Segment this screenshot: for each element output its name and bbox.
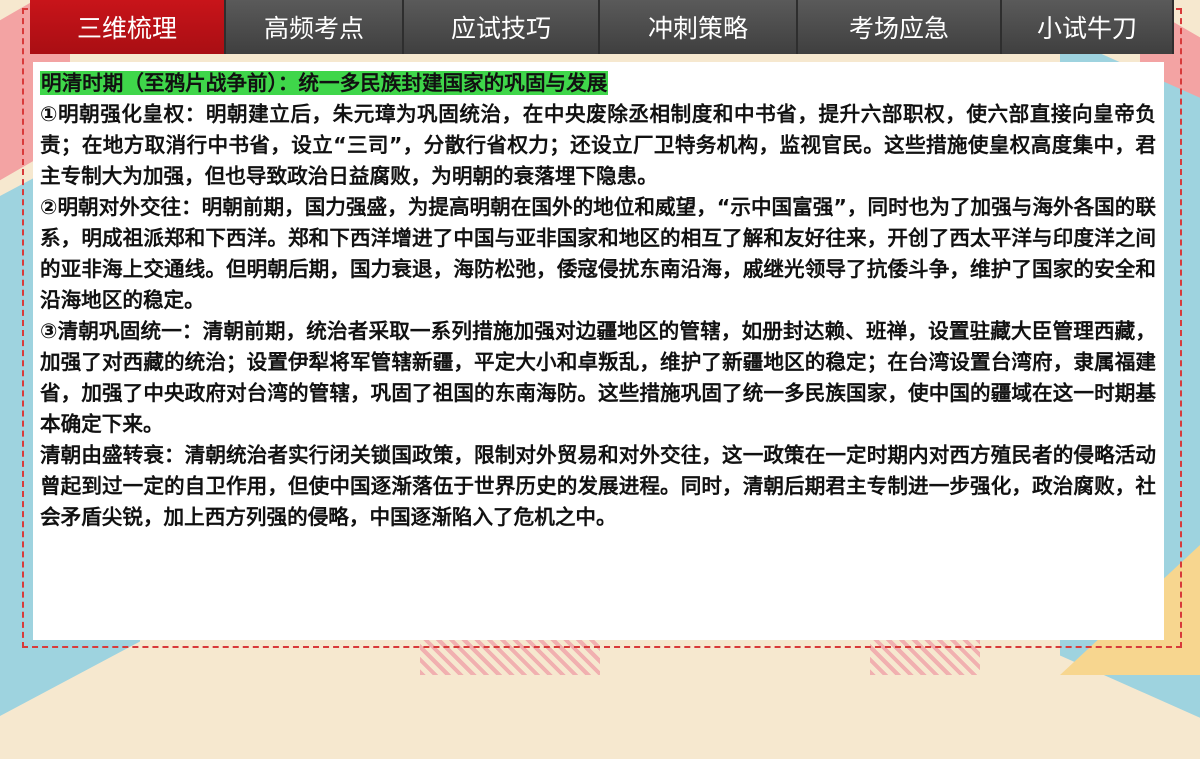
paragraph-qing-unification: ③清朝巩固统一：清朝前期，统治者采取一系列措施加强对边疆地区的管辖，如册封达赖、…	[40, 319, 1156, 436]
tab-chongci-celue[interactable]: 冲刺策略	[600, 0, 798, 54]
tab-sanwei-shuli[interactable]: 三维梳理	[30, 0, 226, 54]
content-text: 明清时期（至鸦片战争前）：统一多民族封建国家的巩固与发展 ①明朝强化皇权：明朝建…	[40, 68, 1156, 533]
content-panel: 明清时期（至鸦片战争前）：统一多民族封建国家的巩固与发展 ①明朝强化皇权：明朝建…	[33, 62, 1164, 640]
tab-bar: 三维梳理 高频考点 应试技巧 冲刺策略 考场应急 小试牛刀	[30, 0, 1174, 54]
tab-yingshi-jiqiao[interactable]: 应试技巧	[404, 0, 600, 54]
paragraph-ming-foreign-relations: ②明朝对外交往：明朝前期，国力强盛，为提高明朝在国外的地位和威望，“示中国富强”…	[40, 195, 1156, 312]
section-heading-line: 明清时期（至鸦片战争前）：统一多民族封建国家的巩固与发展	[40, 68, 1156, 99]
section-heading: 明清时期（至鸦片战争前）：统一多民族封建国家的巩固与发展	[40, 71, 609, 95]
paragraph-ming-imperial-power: ①明朝强化皇权：明朝建立后，朱元璋为巩固统治，在中央废除丞相制度和中书省，提升六…	[40, 102, 1156, 188]
paragraph-qing-decline: 清朝由盛转衰：清朝统治者实行闭关锁国政策，限制对外贸易和对外交往，这一政策在一定…	[40, 443, 1156, 529]
tab-gaopin-kaodian[interactable]: 高频考点	[226, 0, 404, 54]
tab-xiaoshi-niudao[interactable]: 小试牛刀	[1002, 0, 1174, 54]
tab-kaochang-yingji[interactable]: 考场应急	[798, 0, 1002, 54]
